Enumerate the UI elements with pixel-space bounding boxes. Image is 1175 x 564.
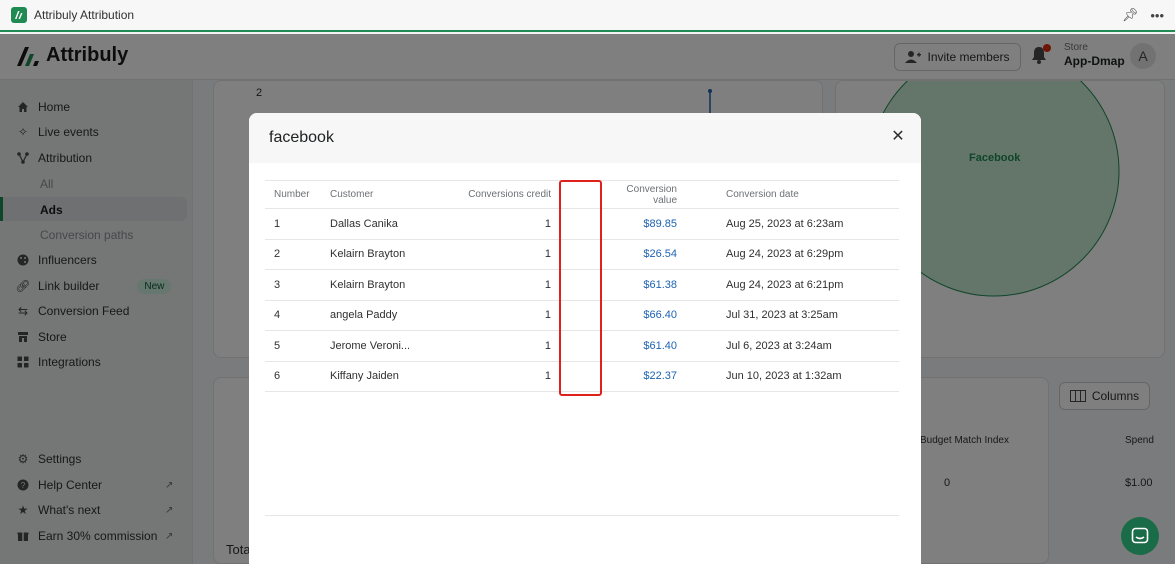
- cell-customer: Kelairn Brayton: [330, 278, 406, 291]
- cell-customer: Kiffany Jaiden: [330, 370, 399, 383]
- cell-number: 5: [274, 339, 281, 352]
- modal-footer-divider: [265, 515, 899, 516]
- column-header-conversion-date: Conversion date: [726, 189, 799, 200]
- cell-customer: Jerome Veroni...: [330, 339, 411, 352]
- column-header-conversion-value: Conversion value: [626, 183, 677, 206]
- cell-conversion-value[interactable]: $26.54: [602, 248, 677, 260]
- cell-credit: 1: [544, 278, 551, 291]
- chat-button[interactable]: [1121, 517, 1159, 555]
- cell-conversion-value[interactable]: $61.40: [602, 340, 677, 352]
- app-logo-icon: [11, 7, 27, 23]
- cell-number: 1: [274, 217, 281, 230]
- window-title: Attribuly Attribution: [34, 8, 135, 22]
- cell-credit: 1: [544, 370, 551, 383]
- cell-conversion-value[interactable]: $66.40: [602, 309, 677, 321]
- cell-customer: Dallas Canika: [330, 217, 398, 230]
- cell-conversion-date: Aug 24, 2023 at 6:21pm: [726, 278, 844, 291]
- window-titlebar: Attribuly Attribution 📌︎ •••: [0, 0, 1175, 32]
- cell-conversion-value[interactable]: $22.37: [602, 370, 677, 382]
- cell-number: 6: [274, 370, 281, 383]
- red-highlight-box: [559, 180, 602, 396]
- cell-credit: 1: [544, 248, 551, 261]
- cell-conversion-value[interactable]: $61.38: [602, 279, 677, 291]
- column-header-number: Number: [274, 189, 310, 200]
- cell-customer: angela Paddy: [330, 309, 398, 322]
- cell-conversion-value[interactable]: $89.85: [602, 218, 677, 230]
- cell-conversion-date: Aug 24, 2023 at 6:29pm: [726, 248, 844, 261]
- more-icon[interactable]: •••: [1150, 8, 1164, 23]
- cell-conversion-date: Aug 25, 2023 at 6:23am: [726, 217, 844, 230]
- column-header-customer: Customer: [330, 189, 374, 200]
- column-header-conversions-credit: Conversions credit: [468, 189, 551, 200]
- cell-customer: Kelairn Brayton: [330, 248, 406, 261]
- chat-icon: [1131, 527, 1149, 544]
- modal-title: facebook: [269, 129, 334, 146]
- cell-conversion-date: Jul 6, 2023 at 3:24am: [726, 339, 832, 352]
- modal-header: facebook ✕: [249, 113, 921, 163]
- cell-number: 2: [274, 248, 281, 261]
- pin-icon[interactable]: 📌︎: [1122, 7, 1139, 23]
- cell-credit: 1: [544, 339, 551, 352]
- cell-conversion-date: Jul 31, 2023 at 3:25am: [726, 309, 838, 322]
- cell-number: 3: [274, 278, 281, 291]
- close-icon[interactable]: ✕: [891, 129, 905, 145]
- cell-credit: 1: [544, 217, 551, 230]
- cell-credit: 1: [544, 309, 551, 322]
- cell-number: 4: [274, 309, 281, 322]
- cell-conversion-date: Jun 10, 2023 at 1:32am: [726, 370, 842, 383]
